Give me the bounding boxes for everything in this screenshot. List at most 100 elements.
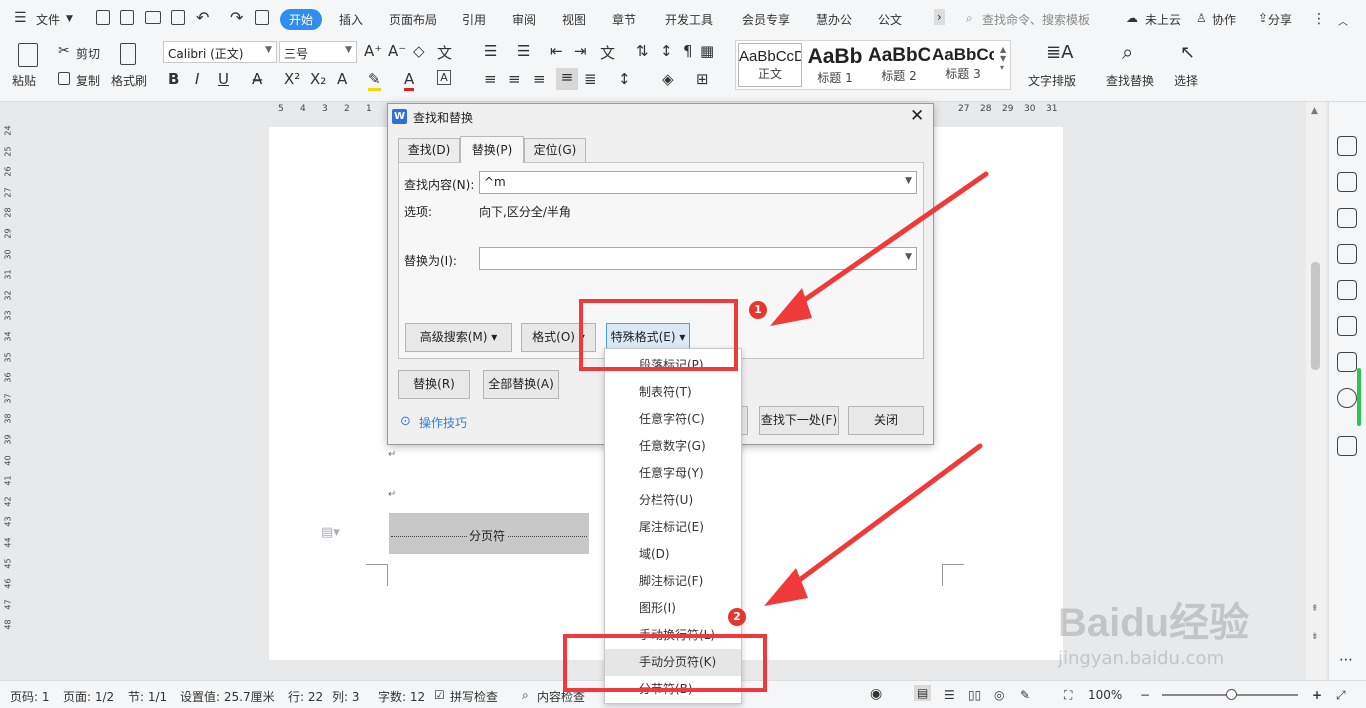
tab-review[interactable]: 审阅 [512,11,536,28]
save-icon[interactable] [96,10,110,25]
table-grid-icon[interactable]: ▦ [700,42,714,60]
align-right-icon[interactable]: ≡ [533,70,546,88]
col-number[interactable]: 列: 3 [332,688,360,705]
underline-icon[interactable]: U [218,70,229,88]
superscript-icon[interactable]: X² [284,70,300,88]
menu-item-tab[interactable]: 制表符(T) [605,379,741,406]
bold-icon[interactable]: B [168,70,179,88]
font-size-select[interactable]: 三号 ▼ [279,41,357,63]
spell-check[interactable]: 拼写检查 [450,688,498,705]
menu-item-column-break[interactable]: 分栏符(U) [605,487,741,514]
sort-icon[interactable]: ↕ [660,42,673,60]
word-count[interactable]: 字数: 12 [378,688,425,705]
image-icon[interactable] [1337,280,1357,300]
page-number[interactable]: 页码: 1 [10,688,50,705]
template-icon[interactable] [255,10,269,25]
sliders-icon[interactable] [1337,244,1357,264]
text-layout-button[interactable]: 文字排版 [1028,72,1076,89]
find-replace-button[interactable]: 查找替换 [1106,72,1154,89]
page-break-block[interactable]: 分页符 [389,513,589,554]
style-heading-1[interactable]: AaBb 标题 1 [804,45,866,89]
share-button[interactable]: 分享 [1268,11,1292,28]
export-pdf-icon[interactable] [120,10,134,25]
fullscreen-icon[interactable]: ⤢ [1336,688,1346,703]
tab-page-layout[interactable]: 页面布局 [389,11,437,28]
read-mode-icon[interactable]: ▯▯ [968,688,981,702]
numbering-icon[interactable]: ☰ [517,42,530,60]
collapse-ribbon-icon[interactable]: ︿ [1338,13,1348,28]
paste-icon[interactable] [18,43,38,67]
select-button[interactable]: 选择 [1174,72,1198,89]
subscript-icon[interactable]: X₂ [310,70,326,88]
font-name-select[interactable]: Calibri (正文) ▼ [163,41,277,63]
pen-icon[interactable] [1337,172,1357,192]
scroll-up-icon[interactable]: ▲ [1311,106,1318,116]
shrink-font-icon[interactable]: A⁻ [388,42,406,60]
zoom-slider[interactable] [1162,689,1298,700]
row-number[interactable]: 行: 22 [288,688,323,705]
backup-icon[interactable] [1337,436,1357,456]
align-left-icon[interactable]: ≡ [484,70,497,88]
command-search-input[interactable]: 查找命令、搜索模板 [982,11,1090,28]
replace-button[interactable]: 替换(R) [398,370,470,399]
print-icon[interactable] [145,11,161,24]
page-view-icon[interactable]: ▤ [914,685,932,701]
section-count[interactable]: 节: 1/1 [128,688,167,705]
tab-official-doc[interactable]: 公文 [878,11,902,28]
replace-all-button[interactable]: 全部替换(A) [483,370,559,399]
tab-member[interactable]: 会员专享 [742,11,790,28]
tab-chapter[interactable]: 章节 [612,11,636,28]
text-effect-icon[interactable]: A [337,70,347,88]
tab-references[interactable]: 引用 [462,11,486,28]
tab-developer[interactable]: 开发工具 [665,11,713,28]
show-marks-icon[interactable]: ¶ [683,42,693,60]
tab-insert[interactable]: 插入 [339,11,363,28]
text-direction-icon[interactable]: ⇅ [636,42,649,60]
format-painter-button[interactable]: 格式刷 [111,72,147,89]
more-tabs-icon[interactable]: › [934,9,945,25]
zoom-level[interactable]: 100% [1088,688,1122,702]
italic-icon[interactable]: I [195,70,199,88]
web-view-icon[interactable]: ◎ [994,688,1004,702]
prev-page-icon[interactable]: ⇞ [1311,604,1319,614]
hamburger-icon[interactable]: ☰ [14,10,27,26]
strikethrough-icon[interactable]: A̶ [252,70,262,88]
gallery-scroll-icon[interactable]: ▲ ▼ ▾ [1000,45,1006,72]
collab-button[interactable]: 协作 [1212,11,1236,28]
style-heading-3[interactable]: AaBbCc 标题 3 [932,45,994,89]
clear-format-icon[interactable]: ◇ [413,42,425,60]
doc-outline-icon[interactable]: ▤▾ [321,525,340,540]
phonetic-icon[interactable]: 文 [437,42,452,63]
eye-icon[interactable]: ◉ [870,686,882,702]
char-border-icon[interactable]: A [437,70,451,85]
next-page-icon[interactable]: ⇟ [1311,632,1319,642]
tab-goto[interactable]: 定位(G) [524,138,586,162]
tab-smart-office[interactable]: 慧办公 [816,11,852,28]
increase-indent-icon[interactable]: ⇥ [574,42,587,60]
menu-item-graphic[interactable]: 图形(I) [605,595,741,622]
grow-font-icon[interactable]: A⁺ [364,42,382,60]
highlight-icon[interactable]: ✎ [368,70,381,91]
print-preview-icon[interactable] [171,10,185,25]
copy-button[interactable]: 复制 [76,72,100,89]
fit-page-icon[interactable]: ⛶ [1064,688,1072,703]
shading-icon[interactable]: ◈ [662,70,674,88]
align-center-icon[interactable]: ≡ [508,70,521,88]
advanced-search-button[interactable]: 高级搜索(M) ▾ [405,323,512,352]
style-heading-2[interactable]: AaBbC 标题 2 [868,45,930,89]
menu-item-footnote-mark[interactable]: 脚注标记(F) [605,568,741,595]
undo-icon[interactable]: ↶ [196,8,209,27]
scroll-thumb[interactable] [1311,262,1320,370]
distributed-icon[interactable]: ≣ [584,70,597,88]
outline-view-icon[interactable]: ☰ [944,688,955,702]
tab-home[interactable]: 开始 [280,9,323,30]
bullets-icon[interactable]: ☰ [484,42,497,60]
more-dots-icon[interactable]: ⋯ [1339,652,1353,668]
page-count[interactable]: 页面: 1/2 [63,688,114,705]
paste-button[interactable]: 粘贴 [12,72,36,89]
redo-icon[interactable]: ↷ [230,8,243,27]
book-icon[interactable] [1337,352,1357,372]
font-color-icon[interactable]: A [404,70,415,91]
menu-item-any-letter[interactable]: 任意字母(Y) [605,460,741,487]
write-mode-icon[interactable]: ✎ [1020,688,1030,702]
